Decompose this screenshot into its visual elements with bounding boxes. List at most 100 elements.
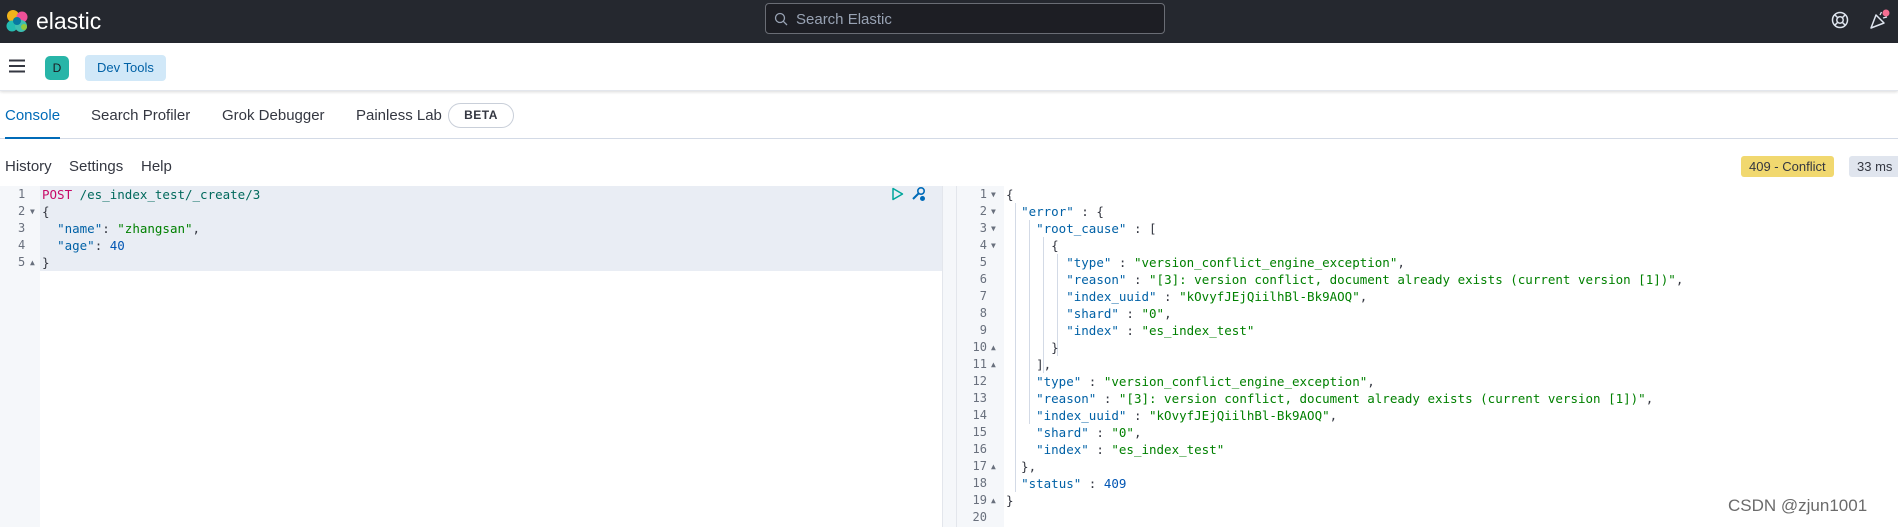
line-number: 1 (18, 187, 26, 201)
global-search[interactable] (765, 3, 1165, 34)
space-avatar[interactable]: D (45, 56, 69, 80)
json-key: "shard" (1066, 306, 1119, 321)
line-number: 12 (972, 374, 987, 388)
resp-error-open: "error" : { (1021, 204, 1104, 219)
line-number: 4 (18, 238, 26, 252)
editor-resize-handle[interactable] (942, 186, 957, 527)
search-input[interactable] (796, 8, 1156, 30)
tab-grok-debugger[interactable]: Grok Debugger (222, 96, 325, 139)
tab-painless-lab[interactable]: Painless Lab (356, 96, 442, 139)
resp-array-close: ], (1006, 357, 1052, 372)
fold-toggle-icon[interactable]: ▲ (991, 356, 996, 373)
fold-toggle-icon[interactable]: ▼ (991, 186, 996, 203)
resp-rc-type: "type" : "version_conflict_engine_except… (1066, 255, 1405, 270)
csdn-watermark: CSDN @zjun1001 (1728, 496, 1868, 515)
brand-name[interactable]: elastic (36, 8, 101, 35)
fold-toggle-icon[interactable]: ▼ (991, 220, 996, 237)
line-number: 18 (972, 476, 987, 490)
json-value: "kOvyfJEjQiilhBl-Bk9AOQ" (1179, 289, 1360, 304)
resp-obj-open: { (1006, 238, 1059, 253)
resp-index-uuid: "index_uuid" : "kOvyfJEjQiilhBl-Bk9AOQ", (1036, 408, 1338, 423)
request-body-open: { (42, 204, 50, 219)
tab-console[interactable]: Console (5, 96, 60, 139)
json-key: "type" (1036, 374, 1082, 389)
line-number: 16 (972, 442, 987, 456)
request-method: POST (42, 187, 73, 202)
resp-open: { (1006, 187, 1014, 202)
wrench-settings-icon[interactable] (910, 186, 926, 202)
line-number: 6 (979, 272, 987, 286)
elastic-logo-icon[interactable] (4, 8, 30, 34)
json-value: "zhangsan" (117, 221, 193, 236)
json-key: "index_uuid" (1066, 289, 1157, 304)
json-value: "kOvyfJEjQiilhBl-Bk9AOQ" (1149, 408, 1330, 423)
request-name-field: "name": "zhangsan", (57, 221, 201, 236)
resp-error-close: }, (1006, 459, 1037, 474)
line-number: 3 (979, 221, 987, 235)
help-link[interactable]: Help (141, 158, 172, 175)
fold-toggle-icon[interactable]: ▲ (991, 492, 996, 509)
line-number: 2 (18, 204, 26, 218)
history-link[interactable]: History (5, 158, 52, 175)
json-key: "name" (57, 221, 103, 236)
json-value: "es_index_test" (1141, 323, 1255, 338)
beta-badge: BETA (448, 103, 514, 128)
json-value: "0" (1111, 425, 1134, 440)
line-number: 19 (972, 493, 987, 507)
line-number: 2 (979, 204, 987, 218)
json-value: "0" (1141, 306, 1165, 321)
json-value: "version_conflict_engine_exception" (1103, 374, 1368, 389)
line-number: 7 (979, 289, 987, 303)
json-value: 40 (109, 238, 125, 253)
line-number: 9 (979, 323, 987, 337)
resp-rc-shard: "shard" : "0", (1066, 306, 1172, 321)
json-key: "shard" (1036, 425, 1089, 440)
play-send-request-icon[interactable] (891, 187, 904, 201)
response-editor[interactable]: 1 ▼ 2 ▼ 3 ▼ 4 ▼ 5 6 7 8 9 10 ▲ 11 ▲ 12 13 14 15 16 17 ▲ 18 19 ▲ 20 … (957, 186, 1898, 527)
newsfeed-cheer-icon[interactable] (1868, 9, 1890, 31)
dev-tools-tabs: Console Search Profiler Grok Debugger Pa… (0, 96, 1898, 139)
request-line: POST /es_index_test/_create/3 (42, 186, 260, 203)
line-number: 20 (972, 510, 987, 524)
fold-toggle-icon[interactable]: ▼ (30, 203, 35, 220)
json-key: "index" (1066, 323, 1119, 338)
fold-toggle-icon[interactable]: ▲ (30, 254, 35, 271)
fold-toggle-icon[interactable]: ▲ (991, 458, 996, 475)
resp-rc-index-uuid: "index_uuid" : "kOvyfJEjQiilhBl-Bk9AOQ", (1066, 289, 1368, 304)
tab-search-profiler[interactable]: Search Profiler (91, 96, 190, 139)
fold-toggle-icon[interactable]: ▼ (991, 237, 996, 254)
resp-rc-reason: "reason" : "[3]: version conflict, docum… (1066, 272, 1684, 287)
resp-obj-close: } (1006, 340, 1059, 355)
line-number: 1 (979, 187, 987, 201)
json-key: "age" (57, 238, 95, 253)
line-number: 14 (972, 408, 987, 422)
resp-status: "status" : 409 (1021, 476, 1127, 491)
app-navbar: D Dev Tools (0, 43, 1898, 91)
request-age-field: "age": 40 (57, 238, 125, 253)
resp-shard: "shard" : "0", (1036, 425, 1142, 440)
json-key: "index" (1036, 442, 1089, 457)
line-number: 11 (972, 357, 987, 371)
resp-rc-index: "index" : "es_index_test" (1066, 323, 1255, 338)
settings-link[interactable]: Settings (69, 158, 123, 175)
hamburger-menu-icon[interactable] (8, 57, 26, 75)
resp-type: "type" : "version_conflict_engine_except… (1036, 374, 1375, 389)
resp-root-cause-open: "root_cause" : [ (1036, 221, 1157, 236)
help-lifebuoy-icon[interactable] (1830, 10, 1850, 30)
breadcrumb-dev-tools[interactable]: Dev Tools (85, 55, 166, 81)
json-value: 409 (1103, 476, 1127, 491)
request-body-close: } (42, 255, 50, 270)
line-number: 13 (972, 391, 987, 405)
line-number: 4 (979, 238, 987, 252)
response-time-badge: 33 ms (1849, 156, 1898, 177)
request-url: /es_index_test/_create/3 (72, 187, 261, 202)
json-key: "reason" (1066, 272, 1127, 287)
fold-toggle-icon[interactable]: ▲ (991, 339, 996, 356)
request-editor[interactable]: 1 2 ▼ 3 4 5 ▲ POST /es_index_test/_creat… (0, 186, 942, 527)
json-value: "version_conflict_engine_exception" (1133, 255, 1398, 270)
line-number: 8 (979, 306, 987, 320)
resp-index: "index" : "es_index_test" (1036, 442, 1225, 457)
fold-toggle-icon[interactable]: ▼ (991, 203, 996, 220)
json-key: "index_uuid" (1036, 408, 1127, 423)
json-key: "error" (1021, 204, 1074, 219)
